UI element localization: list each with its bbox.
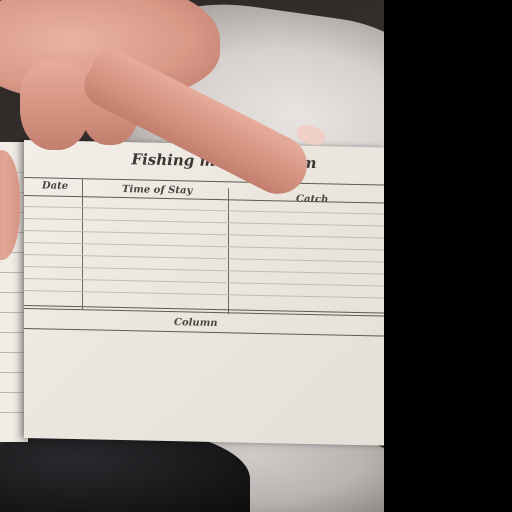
column-section-rule <box>24 328 384 337</box>
table-row-line <box>24 254 384 263</box>
photo: Fishing memorandum Date Time of Stay Cat… <box>0 0 384 512</box>
black-letterbox-bar <box>384 0 512 512</box>
table-row-line <box>24 218 384 227</box>
table-row-line <box>24 230 384 239</box>
table-row-line <box>24 278 384 287</box>
header-bottom-rule <box>24 195 384 204</box>
column-section-label: Column <box>174 317 218 330</box>
column-header-date: Date <box>42 180 69 192</box>
table-row-line <box>24 206 384 215</box>
column-divider <box>228 188 229 315</box>
column-header-time-of-stay: Time of Stay <box>122 184 193 197</box>
table-row-line <box>24 242 384 251</box>
table-row-line <box>24 266 384 275</box>
header-top-rule <box>24 177 384 186</box>
memorandum-page: Fishing memorandum Date Time of Stay Cat… <box>24 140 384 446</box>
table-row-line <box>24 290 384 299</box>
column-header-catch: Catch <box>296 193 329 206</box>
